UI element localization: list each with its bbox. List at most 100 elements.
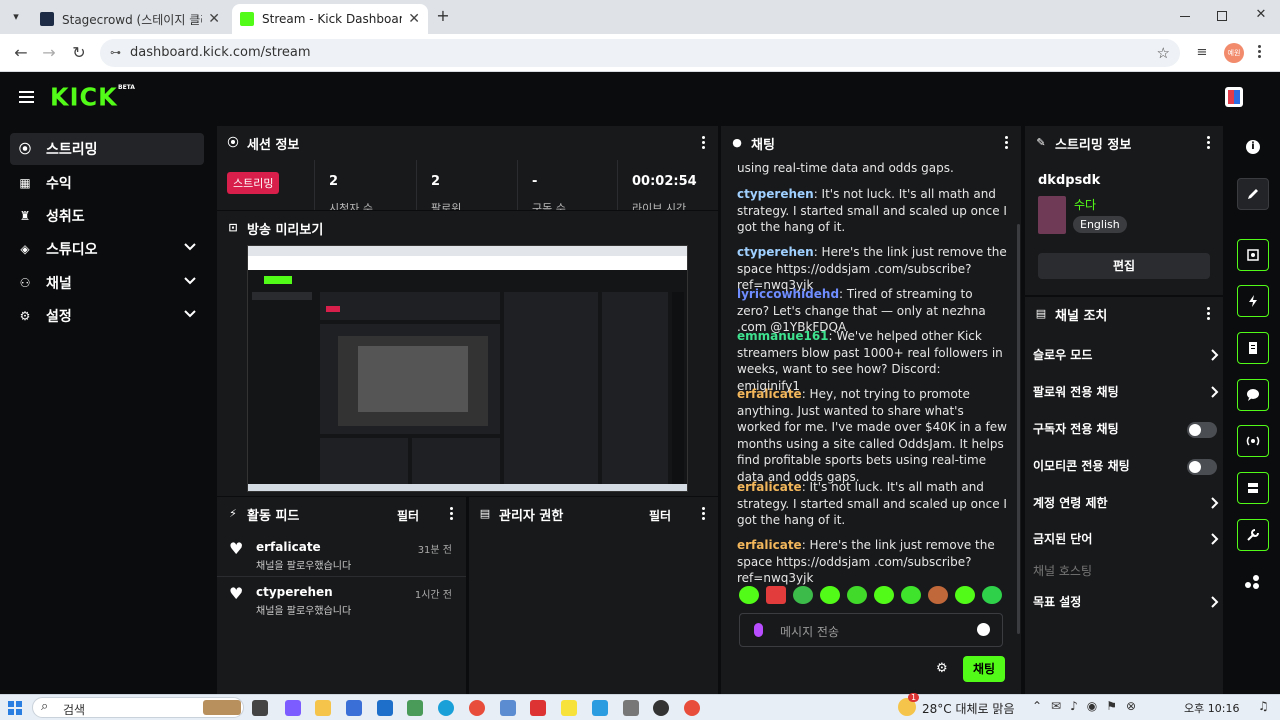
maximize-window-icon[interactable] (1217, 11, 1227, 21)
minimize-window-icon[interactable] (1180, 16, 1190, 17)
chat-username[interactable]: ctyperehen (737, 245, 814, 259)
settings-icon[interactable] (623, 700, 639, 716)
category-name[interactable]: 수다 (1074, 196, 1096, 213)
stream-preview-video[interactable] (247, 245, 688, 492)
emote-icon[interactable] (982, 586, 1002, 604)
notes-toggle-button[interactable] (1237, 332, 1269, 364)
task-view-icon[interactable] (252, 700, 268, 716)
edge-icon[interactable] (438, 700, 454, 716)
notification-bell-icon[interactable]: ♫ (1258, 699, 1269, 713)
sidebar-item-revenue[interactable]: ▦ 수익 (10, 167, 204, 199)
kakaotalk-icon[interactable] (561, 700, 577, 716)
reload-icon[interactable]: ↻ (68, 42, 90, 64)
emote-icon[interactable] (955, 586, 975, 604)
close-window-icon[interactable]: ✕ (1254, 8, 1268, 22)
forward-icon[interactable]: → (38, 42, 60, 64)
slow-mode-row[interactable]: 슬로우 모드 (1033, 345, 1219, 365)
kick-logo[interactable]: KICK (50, 83, 118, 110)
bookmark-star-icon[interactable]: ☆ (1157, 39, 1170, 67)
file-explorer-icon[interactable] (315, 700, 331, 716)
app-icon[interactable] (407, 700, 423, 716)
activity-user[interactable]: ctyperehen (256, 585, 333, 599)
account-age-row[interactable]: 계정 연령 제한 (1033, 493, 1219, 513)
sidebar-item-settings[interactable]: ⚙ 설정 (10, 300, 204, 332)
kebab-menu-icon[interactable] (702, 136, 706, 150)
sidebar-item-achievements[interactable]: ♜ 성취도 (10, 200, 204, 232)
browser-tab-kick[interactable]: Stream - Kick Dashboard ✕ (232, 4, 428, 34)
edit-layout-button[interactable] (1237, 178, 1269, 210)
taskbar-search-box[interactable]: ⌕ 검색 (32, 697, 244, 718)
chat-scrollbar[interactable] (1017, 224, 1020, 634)
browser-tab-stagecrowd[interactable]: Stagecrowd (스테이지 클라우드) ✕ (32, 4, 228, 34)
system-tray-icons[interactable]: ⌃✉♪◉⚑⊗ (1032, 699, 1145, 713)
emote-icon[interactable] (820, 586, 840, 604)
notepad-icon[interactable] (500, 700, 516, 716)
chat-username[interactable]: erfalicate (737, 480, 802, 494)
outlook-icon[interactable] (377, 700, 393, 716)
edit-stream-info-button[interactable]: 편집 (1038, 253, 1210, 279)
sidebar-item-studio[interactable]: ◈ 스튜디오 (10, 233, 204, 265)
preview-toggle-button[interactable] (1237, 239, 1269, 271)
site-info-icon[interactable]: ⊶ (110, 39, 121, 67)
kebab-menu-icon[interactable] (1207, 307, 1211, 321)
store-icon[interactable] (346, 700, 362, 716)
followers-only-row[interactable]: 팔로워 전용 채팅 (1033, 382, 1219, 402)
kebab-menu-icon[interactable] (702, 507, 706, 521)
weather-text[interactable]: 28°C 대체로 맑음 (922, 700, 1014, 717)
session-toggle-button[interactable] (1237, 425, 1269, 457)
sidebar-item-streaming[interactable]: ⦿ 스트리밍 (10, 133, 204, 165)
chrome-profile-icon[interactable] (684, 700, 700, 716)
emote-only-toggle[interactable] (1187, 459, 1217, 475)
hamburger-menu-icon[interactable] (19, 91, 34, 103)
banned-words-row[interactable]: 금지된 단어 (1033, 529, 1219, 549)
send-chat-button[interactable]: 채팅 (963, 656, 1005, 682)
info-icon[interactable]: i (1246, 140, 1260, 154)
more-widgets-icon[interactable] (1245, 574, 1261, 590)
emote-icon[interactable] (847, 586, 867, 604)
emoji-picker-icon[interactable] (977, 623, 990, 636)
windows-start-icon[interactable] (8, 701, 22, 715)
address-bar[interactable]: ⊶ dashboard.kick.com/stream ☆ (100, 39, 1180, 67)
chevron-down-icon[interactable] (184, 274, 196, 286)
stream-info-toggle-button[interactable] (1237, 519, 1269, 551)
emote-icon[interactable] (901, 586, 921, 604)
microphone-icon[interactable] (754, 623, 763, 637)
chat-username[interactable]: ctyperehen (737, 187, 814, 201)
emote-icon[interactable] (793, 586, 813, 604)
user-avatar[interactable] (1225, 87, 1243, 107)
sidebar-item-channel[interactable]: ⚇ 채널 (10, 267, 204, 299)
clock-text[interactable]: 오후 10:16 (1184, 700, 1239, 716)
chrome-icon[interactable] (469, 700, 485, 716)
emote-icon[interactable] (739, 586, 759, 604)
pdf-icon[interactable] (530, 700, 546, 716)
app-icon[interactable] (592, 700, 608, 716)
browser-menu-icon[interactable] (1258, 43, 1262, 63)
new-tab-icon[interactable]: + (434, 7, 452, 25)
filter-button[interactable]: 필터 (649, 507, 671, 524)
goal-setting-row[interactable]: 목표 설정 (1033, 592, 1219, 612)
profile-avatar[interactable]: 예원 (1224, 43, 1244, 63)
kebab-menu-icon[interactable] (450, 507, 454, 521)
chat-toggle-button[interactable] (1237, 379, 1269, 411)
activity-user[interactable]: erfalicate (256, 540, 321, 554)
kebab-menu-icon[interactable] (1005, 136, 1009, 150)
chat-username[interactable]: erfalicate (737, 387, 802, 401)
tab-search-dropdown-icon[interactable]: ▾ (8, 9, 24, 25)
chat-settings-gear-icon[interactable]: ⚙ (936, 661, 948, 676)
chevron-down-icon[interactable] (184, 240, 196, 252)
subscribers-only-toggle[interactable] (1187, 422, 1217, 438)
copilot-icon[interactable] (285, 700, 301, 716)
chevron-down-icon[interactable] (184, 307, 196, 319)
media-control-icon[interactable]: ≡ (1194, 45, 1210, 61)
channel-actions-toggle-button[interactable] (1237, 472, 1269, 504)
filter-button[interactable]: 필터 (397, 507, 419, 524)
chat-username[interactable]: erfalicate (737, 538, 802, 552)
chat-input[interactable]: 메시지 전송 (739, 613, 1003, 647)
kebab-menu-icon[interactable] (1207, 136, 1211, 150)
close-tab-icon[interactable]: ✕ (408, 11, 420, 27)
chat-username[interactable]: lyriccowhidehd (737, 287, 839, 301)
close-tab-icon[interactable]: ✕ (208, 11, 220, 27)
activity-toggle-button[interactable] (1237, 285, 1269, 317)
emote-icon[interactable] (928, 586, 948, 604)
back-icon[interactable]: ← (10, 42, 32, 64)
